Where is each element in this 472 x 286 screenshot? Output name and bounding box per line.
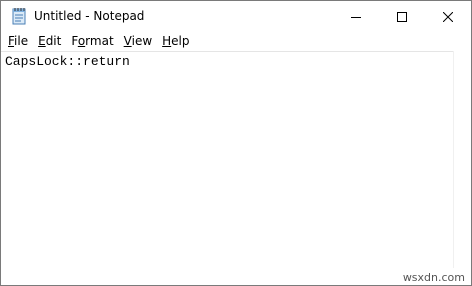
menu-format[interactable]: Format bbox=[66, 31, 118, 51]
maximize-button[interactable] bbox=[379, 1, 425, 31]
close-button[interactable] bbox=[425, 1, 471, 31]
menu-file[interactable]: File bbox=[3, 31, 33, 51]
menu-view[interactable]: View bbox=[119, 31, 157, 51]
window-title: Untitled - Notepad bbox=[34, 9, 145, 23]
notepad-icon[interactable] bbox=[10, 7, 28, 25]
menu-help[interactable]: Help bbox=[157, 31, 194, 51]
notepad-window: Untitled - Notepad File Edit Format View… bbox=[0, 0, 472, 286]
close-icon bbox=[442, 7, 454, 26]
vertical-scrollbar[interactable] bbox=[453, 51, 471, 268]
title-bar[interactable]: Untitled - Notepad bbox=[1, 1, 471, 31]
status-area: wsxdn.com bbox=[1, 268, 471, 285]
watermark-text: wsxdn.com bbox=[402, 271, 465, 284]
maximize-icon bbox=[397, 7, 407, 26]
text-editor[interactable]: CapsLock::return bbox=[1, 51, 453, 268]
menu-bar: File Edit Format View Help bbox=[1, 31, 471, 51]
minimize-button[interactable] bbox=[333, 1, 379, 31]
editor-content[interactable]: CapsLock::return bbox=[5, 54, 449, 70]
menu-edit[interactable]: Edit bbox=[33, 31, 66, 51]
minimize-icon bbox=[351, 7, 361, 26]
